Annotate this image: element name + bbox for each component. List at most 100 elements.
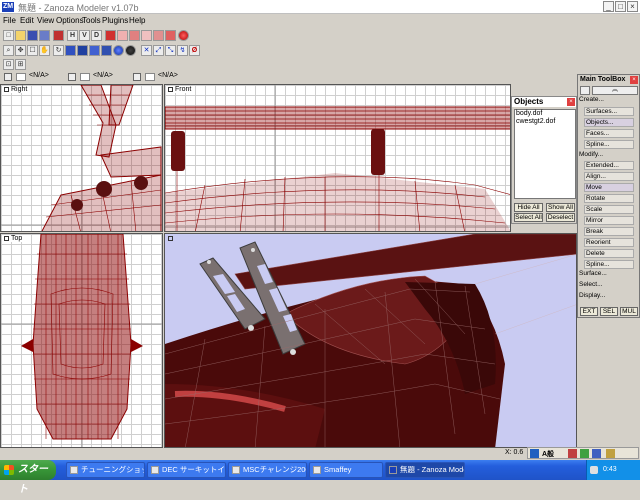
viewport-right[interactable]: Right <box>0 84 163 232</box>
toolbox-item-rotate[interactable]: Rotate <box>584 194 634 204</box>
ime-tool-icon[interactable] <box>568 449 577 458</box>
h-view-button[interactable]: H <box>67 30 78 41</box>
toolbox-item-mirror[interactable]: Mirror <box>584 215 634 225</box>
cube-solid-icon[interactable] <box>65 45 76 56</box>
deselect-button[interactable]: Deselect <box>546 213 575 222</box>
viewport-menu-icon[interactable] <box>4 86 9 92</box>
close-button[interactable]: × <box>627 1 638 12</box>
toolbox-pin-icon[interactable] <box>580 86 590 95</box>
view-slot-1[interactable]: <N/A> <box>4 71 64 83</box>
pan-icon[interactable]: ✥ <box>15 45 26 56</box>
ime-settings-icon[interactable] <box>606 449 615 458</box>
toolbox-item-faces[interactable]: Faces... <box>584 128 634 138</box>
objects-close-icon[interactable]: × <box>567 98 575 106</box>
toolbox-item-select[interactable]: Select... <box>579 281 602 290</box>
ime-icon[interactable] <box>530 449 539 458</box>
viewport-menu-icon[interactable] <box>168 235 173 241</box>
toolbox-item-extended[interactable]: Extended... <box>584 161 634 171</box>
box-blue-icon[interactable] <box>89 45 100 56</box>
taskbar-item[interactable]: チューニングショップ カロ... <box>66 462 145 478</box>
sphere-dark-icon[interactable] <box>125 45 136 56</box>
cube-box-icon[interactable] <box>153 30 164 41</box>
axis-icon[interactable]: ✕ <box>141 45 152 56</box>
toolbox-item-display[interactable]: Display... <box>579 292 605 301</box>
menu-edit[interactable]: Edit <box>20 16 34 25</box>
cube-red-icon[interactable] <box>105 30 116 41</box>
toolbox-item-reorient[interactable]: Reorient <box>584 237 634 247</box>
toolbox-item-modify[interactable]: Modify... <box>579 151 603 160</box>
toolbox-item-move[interactable]: Move <box>584 183 634 193</box>
menu-view[interactable]: View <box>37 16 54 25</box>
taskbar-item-active[interactable]: 無題 - Zanoza Model... <box>385 462 465 478</box>
viewport-perspective[interactable] <box>164 233 577 448</box>
list-item[interactable]: cwestgt2.dof <box>515 118 575 126</box>
toolbox-item-break[interactable]: Break <box>584 226 634 236</box>
hand-icon[interactable]: ✋ <box>39 45 50 56</box>
cube-stack-icon[interactable] <box>129 30 140 41</box>
start-button[interactable]: スタート <box>0 460 56 495</box>
new-icon[interactable]: □ <box>3 30 14 41</box>
viewport-top[interactable]: Top <box>0 233 163 448</box>
list-item[interactable]: body.dof <box>515 110 575 118</box>
ext-button[interactable]: EXT <box>580 307 598 316</box>
view-slot-3[interactable]: <N/A> <box>133 71 193 83</box>
v-view-button[interactable]: V <box>79 30 90 41</box>
clock[interactable]: 0:43 <box>603 466 617 473</box>
ime-pad-icon[interactable] <box>580 449 589 458</box>
grid-icon[interactable]: ⊞ <box>15 59 26 70</box>
toolbox-close-icon[interactable]: × <box>630 76 638 84</box>
snap-icon[interactable]: ⊡ <box>3 59 14 70</box>
no-icon[interactable]: Ø <box>189 45 200 56</box>
open-icon[interactable] <box>15 30 26 41</box>
d-view-button[interactable]: D <box>91 30 102 41</box>
menu-file[interactable]: File <box>3 16 16 25</box>
objects-list[interactable]: body.dof cwestgt2.dof <box>514 109 576 199</box>
cube-frame-icon[interactable] <box>165 30 176 41</box>
menu-options[interactable]: Options <box>56 16 84 25</box>
maximize-button[interactable]: □ <box>615 1 626 12</box>
ime-help-icon[interactable] <box>592 449 601 458</box>
viewport-menu-icon[interactable] <box>168 86 173 92</box>
axis-x-icon[interactable]: ⤢ <box>153 45 164 56</box>
mul-button[interactable]: MUL <box>620 307 638 316</box>
save-as-icon[interactable] <box>39 30 50 41</box>
rotate-icon[interactable]: ↻ <box>53 45 64 56</box>
toolbox-item-create[interactable]: Create... <box>579 96 604 105</box>
taskbar-item[interactable]: DEC サーキットイベント... <box>147 462 226 478</box>
toolbox-item-objects[interactable]: Objects... <box>584 117 634 127</box>
sel-button[interactable]: SEL <box>600 307 618 316</box>
menu-tools[interactable]: Tools <box>82 16 101 25</box>
toolbox-item-spline[interactable]: Spline... <box>584 139 634 149</box>
app-icon[interactable]: ZM <box>2 2 14 12</box>
toolbox-item-align[interactable]: Align... <box>584 172 634 182</box>
menu-plugins[interactable]: Plugins <box>102 16 128 25</box>
axis-y-icon[interactable]: ⤡ <box>165 45 176 56</box>
select-icon[interactable]: ☐ <box>27 45 38 56</box>
toolbox-item-delete[interactable]: Delete <box>584 248 634 258</box>
tray-icon[interactable] <box>590 466 598 474</box>
toolbox-item-scale[interactable]: Scale <box>584 205 634 214</box>
save-icon[interactable] <box>27 30 38 41</box>
axis-z-icon[interactable]: ↯ <box>177 45 188 56</box>
viewport-menu-icon[interactable] <box>4 235 9 241</box>
toolbox-item-surface[interactable]: Surface... <box>579 270 607 279</box>
taskbar-item[interactable]: Smaffey <box>309 462 383 478</box>
cylinder-icon[interactable] <box>77 45 88 56</box>
select-all-button[interactable]: Select All <box>514 213 543 222</box>
toolbox-item-surfaces[interactable]: Surfaces... <box>584 106 634 116</box>
cube-wire-icon[interactable] <box>141 30 152 41</box>
toolbox-item-spline-2[interactable]: Spline... <box>584 259 634 269</box>
sphere-blue-icon[interactable] <box>113 45 124 56</box>
show-all-button[interactable]: Show All <box>546 203 575 212</box>
import-icon[interactable] <box>53 30 64 41</box>
hide-all-button[interactable]: Hide All <box>514 203 543 212</box>
view-slot-2[interactable]: <N/A> <box>68 71 128 83</box>
viewport-front[interactable]: Front <box>164 84 511 232</box>
sphere-red-icon[interactable] <box>178 30 189 41</box>
toolbox-collapse-icon[interactable]: ︽ <box>592 86 638 95</box>
taskbar-item[interactable]: MSCチャレンジ2007 [終... <box>228 462 307 478</box>
zoom-icon[interactable]: ⌕ <box>3 45 14 56</box>
menu-help[interactable]: Help <box>129 16 145 25</box>
cube-outline-icon[interactable] <box>117 30 128 41</box>
minimize-button[interactable]: _ <box>603 1 614 12</box>
